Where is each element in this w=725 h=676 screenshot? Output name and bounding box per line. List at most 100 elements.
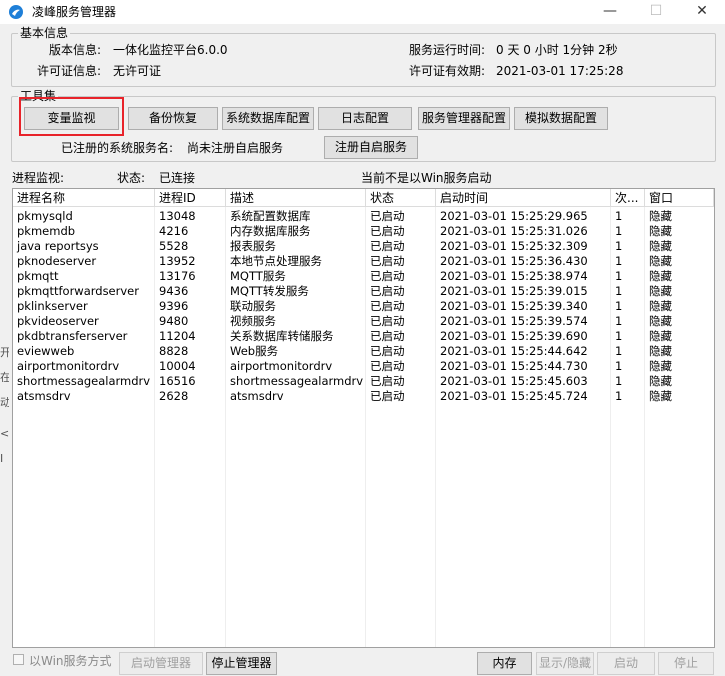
table-row[interactable]: pknodeserver 13952 本地节点处理服务 已启动 2021-03-01 1… [13, 254, 714, 269]
table-row[interactable]: pkmemdb 4216 内存数据库服务 已启动 2021-03-01 15:25:31… [13, 224, 714, 239]
cell-window: 隐藏 [649, 329, 672, 343]
status-value: 已连接 [159, 171, 196, 185]
cell-process-name: pkmysqld [17, 209, 73, 223]
cell-window: 隐藏 [649, 254, 672, 268]
table-row[interactable]: pkmqttforwardserver 9436 MQTT转发服务 已启动 2021-0… [13, 284, 714, 299]
cell-status: 已启动 [370, 224, 405, 238]
cell-count: 1 [615, 254, 623, 268]
cell-pid: 5528 [159, 239, 189, 253]
cell-description: 报表服务 [230, 239, 276, 253]
cell-count: 1 [615, 389, 623, 403]
table-row[interactable]: pkmqtt 13176 MQTT服务 已启动 2021-03-01 15:25:38.… [13, 269, 714, 284]
column-header-description[interactable]: 描述 [226, 189, 366, 207]
cell-count: 1 [615, 224, 623, 238]
cell-process-name: pkdbtransferserver [17, 329, 128, 343]
column-header-count[interactable]: 次... [611, 189, 645, 207]
cell-count: 1 [615, 299, 623, 313]
cell-window: 隐藏 [649, 284, 672, 298]
cell-start-time: 2021-03-01 15:25:31.026 [440, 224, 588, 238]
cell-process-name: shortmessagealarmdrv [17, 374, 151, 388]
cell-count: 1 [615, 359, 623, 373]
memory-button[interactable]: 内存 [477, 652, 532, 675]
cell-process-name: pknodeserver [17, 254, 97, 268]
minimize-button[interactable]: — [587, 0, 633, 24]
register-autostart-button[interactable]: 注册自启服务 [324, 136, 418, 159]
service-mode-note: 当前不是以Win服务启动 [361, 171, 492, 185]
cell-status: 已启动 [370, 209, 405, 223]
service-manager-config-button[interactable]: 服务管理器配置 [418, 107, 510, 130]
column-header-start-time[interactable]: 启动时间 [436, 189, 611, 207]
table-row[interactable]: atsmsdrv 2628 atsmsdrv 已启动 2021-03-01 15:25:… [13, 389, 714, 404]
cell-process-name: pkmqtt [17, 269, 59, 283]
start-manager-button[interactable]: 启动管理器 [119, 652, 203, 675]
column-header-window[interactable]: 窗口 [645, 189, 714, 207]
cell-process-name: pkmqttforwardserver [17, 284, 139, 298]
table-row[interactable]: airportmonitordrv 10004 airportmonitordrv 已… [13, 359, 714, 374]
edge-char: I [0, 452, 4, 465]
cell-start-time: 2021-03-01 15:25:38.974 [440, 269, 588, 283]
cell-description: 本地节点处理服务 [230, 254, 322, 268]
table-row[interactable]: pkdbtransferserver 11204 关系数据库转储服务 已启动 2021-… [13, 329, 714, 344]
cell-count: 1 [615, 344, 623, 358]
cell-start-time: 2021-03-01 15:25:45.724 [440, 389, 588, 403]
table-row[interactable]: pkmysqld 13048 系统配置数据库 已启动 2021-03-01 15:25:… [13, 209, 714, 224]
cell-pid: 13952 [159, 254, 196, 268]
cell-count: 1 [615, 314, 623, 328]
start-button[interactable]: 启动 [597, 652, 655, 675]
cell-process-name: pklinkserver [17, 299, 88, 313]
cell-start-time: 2021-03-01 15:25:45.603 [440, 374, 588, 388]
close-button[interactable]: ✕ [679, 0, 725, 24]
cell-pid: 9480 [159, 314, 189, 328]
cell-start-time: 2021-03-01 15:25:39.690 [440, 329, 588, 343]
cell-description: 系统配置数据库 [230, 209, 311, 223]
cell-description: atsmsdrv [230, 389, 284, 403]
process-table[interactable]: 进程名称 进程ID 描述 状态 启动时间 次... 窗口 pkmysqld 130… [12, 188, 715, 648]
registered-service-label: 已注册的系统服务名: [61, 141, 174, 155]
column-header-pid[interactable]: 进程ID [155, 189, 226, 207]
uptime-value: 0 天 0 小时 1分钟 2秒 [496, 43, 618, 57]
edge-char: 在 [0, 371, 9, 384]
cell-pid: 9396 [159, 299, 189, 313]
cell-window: 隐藏 [649, 314, 672, 328]
show-hide-button[interactable]: 显示/隐藏 [536, 652, 594, 675]
cell-count: 1 [615, 209, 623, 223]
title-bar[interactable]: 凌峰服务管理器 — ☐ ✕ [0, 0, 725, 24]
table-row[interactable]: pklinkserver 9396 联动服务 已启动 2021-03-01 15:25:… [13, 299, 714, 314]
edge-char: 动 [0, 396, 9, 409]
backup-restore-button[interactable]: 备份恢复 [128, 107, 218, 130]
cell-status: 已启动 [370, 269, 405, 283]
cell-pid: 9436 [159, 284, 189, 298]
cell-count: 1 [615, 284, 623, 298]
win-service-checkbox-label: 以Win服务方式 [29, 654, 112, 668]
status-label: 状态: [117, 171, 146, 185]
cell-status: 已启动 [370, 239, 405, 253]
system-db-config-button[interactable]: 系统数据库配置 [222, 107, 314, 130]
table-row[interactable]: shortmessagealarmdrv 16516 shortmessageala… [13, 374, 714, 389]
column-header-name[interactable]: 进程名称 [13, 189, 155, 207]
cell-description: 联动服务 [230, 299, 276, 313]
version-label: 版本信息: [49, 43, 102, 57]
cell-status: 已启动 [370, 329, 405, 343]
maximize-button[interactable]: ☐ [633, 0, 679, 24]
table-row[interactable]: eviewweb 8828 Web服务 已启动 2021-03-01 15:25:44.… [13, 344, 714, 359]
cell-process-name: pkvideoserver [17, 314, 99, 328]
cell-description: airportmonitordrv [230, 359, 333, 373]
column-header-status[interactable]: 状态 [366, 189, 436, 207]
cell-status: 已启动 [370, 314, 405, 328]
stop-manager-button[interactable]: 停止管理器 [206, 652, 277, 675]
cell-window: 隐藏 [649, 344, 672, 358]
cell-window: 隐藏 [649, 239, 672, 253]
app-logo-icon [9, 5, 23, 19]
cell-pid: 10004 [159, 359, 196, 373]
cell-window: 隐藏 [649, 374, 672, 388]
variable-monitor-button[interactable]: 变量监视 [24, 107, 119, 130]
stop-button[interactable]: 停止 [658, 652, 714, 675]
log-config-button[interactable]: 日志配置 [318, 107, 412, 130]
simulation-data-config-button[interactable]: 模拟数据配置 [514, 107, 608, 130]
win-service-checkbox[interactable] [13, 654, 24, 665]
cell-description: 视频服务 [230, 314, 276, 328]
table-row[interactable]: java reportsys 5528 报表服务 已启动 2021-03-01 15:2… [13, 239, 714, 254]
cell-start-time: 2021-03-01 15:25:39.015 [440, 284, 588, 298]
cell-start-time: 2021-03-01 15:25:39.340 [440, 299, 588, 313]
table-row[interactable]: pkvideoserver 9480 视频服务 已启动 2021-03-01 15:25… [13, 314, 714, 329]
